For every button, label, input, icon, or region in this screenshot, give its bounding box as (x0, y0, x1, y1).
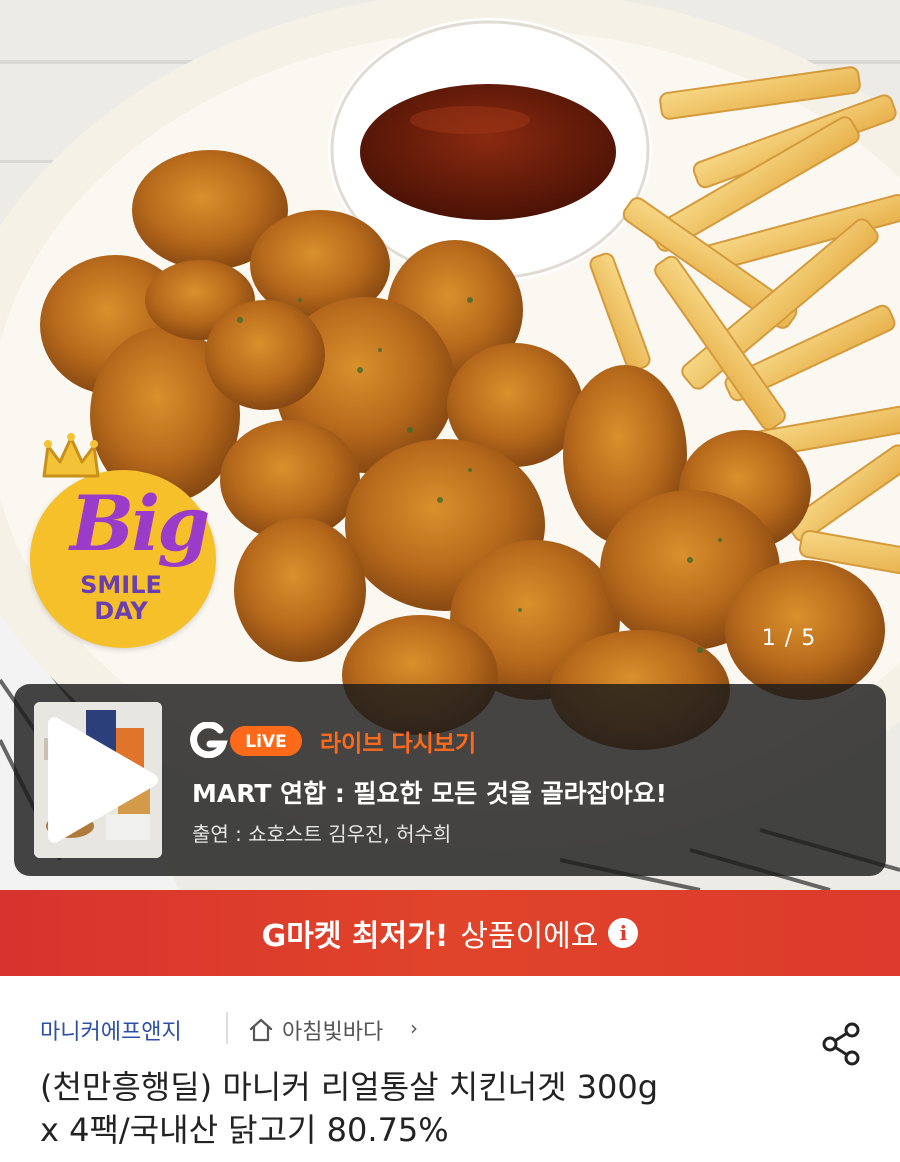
live-cast-text: 출연 : 쇼호스트 김우진, 허수희 (192, 822, 452, 846)
svg-text:LiVE: LiVE (245, 732, 286, 752)
product-title: (천만흥행딜) 마니커 리얼통살 치킨너겟 300g x 4팩/국내산 닭고기 … (40, 1066, 820, 1152)
info-icon[interactable]: i (608, 918, 639, 948)
live-replay-card[interactable]: LiVE 라이브 다시보기 MART 연합 : 필요한 모든 것을 골라잡아요!… (14, 684, 886, 876)
live-replay-label[interactable]: 라이브 다시보기 (320, 724, 476, 758)
share-icon[interactable] (818, 1020, 864, 1068)
product-title-line1: (천만흥행딜) 마니커 리얼통살 치킨너겟 300g (40, 1068, 659, 1106)
lowest-price-strong: G마켓 최저가! (261, 919, 449, 954)
product-image-carousel[interactable]: Big SMILE DAY 1 / 5 LiVE 라이브 다시보기 MART 연… (0, 0, 900, 890)
product-title-line2: x 4팩/국내산 닭고기 80.75% (40, 1111, 449, 1150)
lowest-price-text: 상품이에요 (460, 919, 599, 954)
badge-big-text: Big (70, 479, 210, 568)
play-icon[interactable] (34, 702, 162, 858)
g-live-logo: LiVE (190, 722, 302, 758)
badge-day-text: DAY (94, 597, 148, 626)
crown-icon (42, 433, 100, 478)
lowest-price-banner[interactable]: G마켓 최저가! 상품이에요 i (0, 890, 900, 976)
live-title: MART 연합 : 필요한 모든 것을 골라잡아요! (192, 779, 668, 808)
store-link[interactable]: 아침빛바다 (282, 1014, 383, 1046)
divider (226, 1012, 228, 1044)
product-info: 마니커에프앤지 아침빛바다 › (천만흥행딜) 마니커 리얼통살 치킨너겟 30… (0, 976, 900, 1162)
chevron-right-icon[interactable]: › (410, 1016, 418, 1040)
home-icon[interactable] (248, 1018, 274, 1042)
live-video-thumbnail[interactable] (34, 702, 162, 858)
badge-smile-day-text: SMILE DAY (56, 572, 186, 625)
brand-link[interactable]: 마니커에프앤지 (40, 1014, 182, 1046)
carousel-page-indicator: 1 / 5 (761, 625, 817, 651)
badge-smile-text: SMILE (80, 571, 162, 599)
